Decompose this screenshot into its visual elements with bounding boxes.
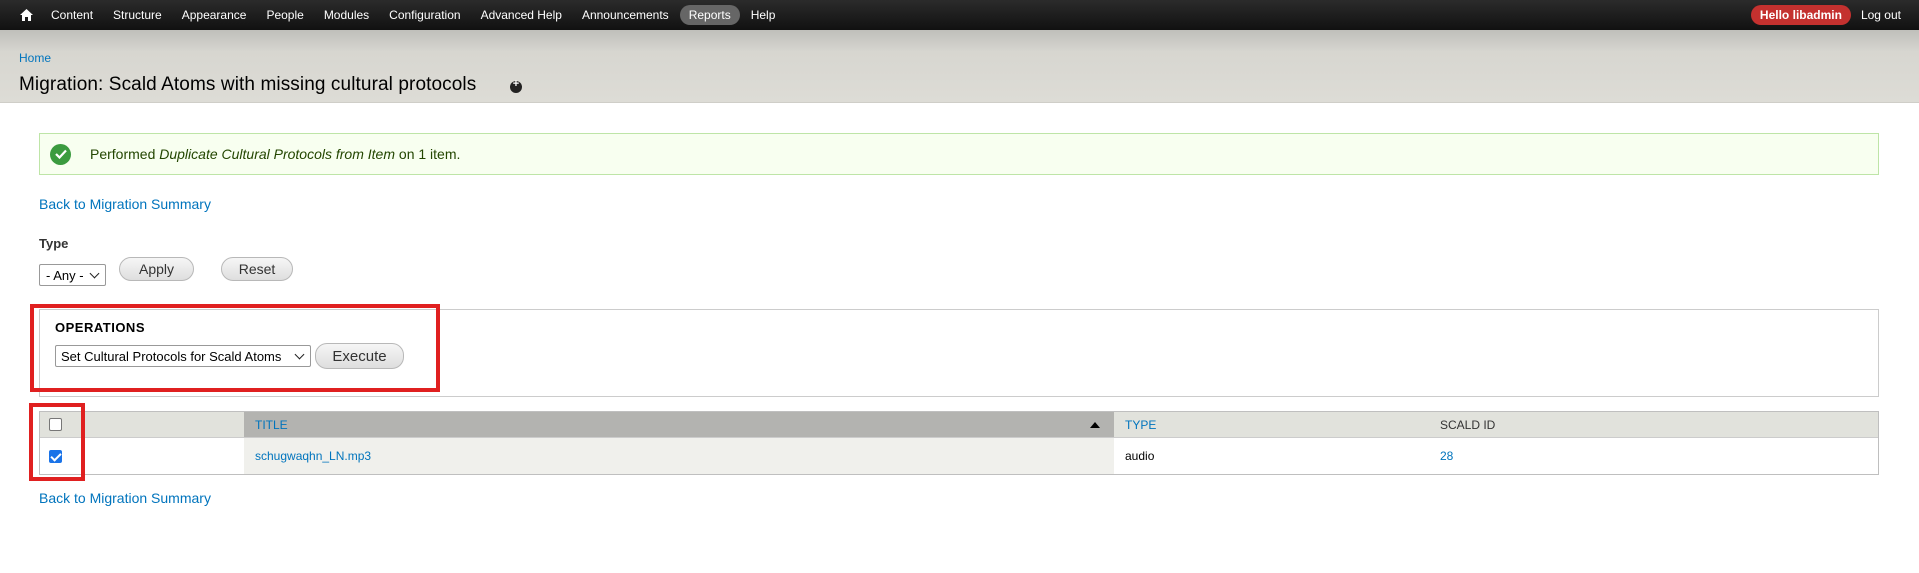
- table-row: schugwaqhn_LN.mp3 audio 28: [40, 438, 1878, 474]
- username: libadmin: [1792, 8, 1842, 22]
- page-header: Home Migration: Scald Atoms with missing…: [0, 30, 1919, 103]
- row-title-link[interactable]: schugwaqhn_LN.mp3: [255, 449, 371, 463]
- menu-item-help[interactable]: Help: [742, 5, 785, 25]
- select-all-cell: [40, 412, 244, 437]
- apply-button[interactable]: Apply: [119, 257, 194, 281]
- check-icon: [50, 143, 71, 165]
- menu-item-modules[interactable]: Modules: [315, 5, 378, 25]
- column-scald-id-label: SCALD ID: [1440, 417, 1496, 432]
- menu-item-advanced-help[interactable]: Advanced Help: [472, 5, 571, 25]
- column-type-label: TYPE: [1125, 417, 1157, 432]
- row-title-cell: schugwaqhn_LN.mp3: [244, 438, 1114, 474]
- logout-link[interactable]: Log out: [1861, 8, 1901, 22]
- chevron-down-icon: [89, 268, 100, 279]
- type-filter-value: - Any -: [46, 267, 84, 283]
- menu-item-reports[interactable]: Reports: [679, 5, 740, 25]
- column-title-label: TITLE: [255, 417, 288, 432]
- column-type[interactable]: TYPE: [1114, 412, 1429, 437]
- admin-toolbar: Content Structure Appearance People Modu…: [0, 0, 1919, 30]
- column-title[interactable]: TITLE: [244, 412, 1114, 437]
- atoms-table: TITLE TYPE SCALD ID schugwaqhn_LN.mp3 au…: [39, 411, 1879, 475]
- menu-item-content[interactable]: Content: [42, 5, 102, 25]
- status-message: Performed Duplicate Cultural Protocols f…: [39, 133, 1879, 175]
- row-select-cell: [40, 438, 244, 474]
- status-text: Performed Duplicate Cultural Protocols f…: [90, 146, 460, 162]
- row-type-cell: audio: [1114, 438, 1429, 474]
- toolbar-menu: Content Structure Appearance People Modu…: [42, 5, 786, 25]
- breadcrumb-home[interactable]: Home: [19, 51, 51, 65]
- operation-select[interactable]: Set Cultural Protocols for Scald Atoms: [55, 345, 311, 367]
- type-filter-label: Type: [39, 236, 69, 251]
- back-to-summary-link[interactable]: Back to Migration Summary: [39, 196, 211, 212]
- select-all-checkbox[interactable]: [49, 418, 62, 431]
- home-icon[interactable]: [15, 0, 37, 30]
- status-suffix: on 1 item.: [395, 146, 461, 162]
- menu-item-announcements[interactable]: Announcements: [573, 5, 678, 25]
- menu-item-appearance[interactable]: Appearance: [173, 5, 256, 25]
- menu-item-structure[interactable]: Structure: [104, 5, 171, 25]
- toolbar-user: Hello libadmin Log out: [1750, 0, 1901, 30]
- chevron-down-icon: [294, 349, 305, 360]
- row-scald-id-link[interactable]: 28: [1440, 449, 1453, 463]
- column-scald-id: SCALD ID: [1429, 412, 1878, 437]
- status-prefix: Performed: [90, 146, 160, 162]
- type-filter-select[interactable]: - Any -: [39, 264, 106, 286]
- row-type: audio: [1125, 449, 1155, 463]
- user-greeting[interactable]: Hello libadmin: [1750, 5, 1851, 25]
- greeting-prefix: Hello: [1759, 8, 1790, 22]
- page-title: Migration: Scald Atoms with missing cult…: [19, 74, 477, 95]
- reset-button[interactable]: Reset: [221, 257, 293, 281]
- row-checkbox[interactable]: [49, 449, 62, 463]
- sort-ascending-icon: [1090, 422, 1100, 428]
- status-operation: Duplicate Cultural Protocols from Item: [159, 146, 396, 162]
- row-scald-id-cell: 28: [1429, 438, 1878, 474]
- back-to-summary-link-bottom[interactable]: Back to Migration Summary: [39, 490, 211, 506]
- operation-select-value: Set Cultural Protocols for Scald Atoms: [61, 348, 282, 364]
- table-header: TITLE TYPE SCALD ID: [40, 412, 1878, 438]
- menu-item-people[interactable]: People: [257, 5, 312, 25]
- execute-button[interactable]: Execute: [315, 343, 404, 369]
- menu-item-configuration[interactable]: Configuration: [380, 5, 469, 25]
- add-shortcut-icon[interactable]: [510, 78, 522, 93]
- operations-legend: OPERATIONS: [55, 320, 145, 335]
